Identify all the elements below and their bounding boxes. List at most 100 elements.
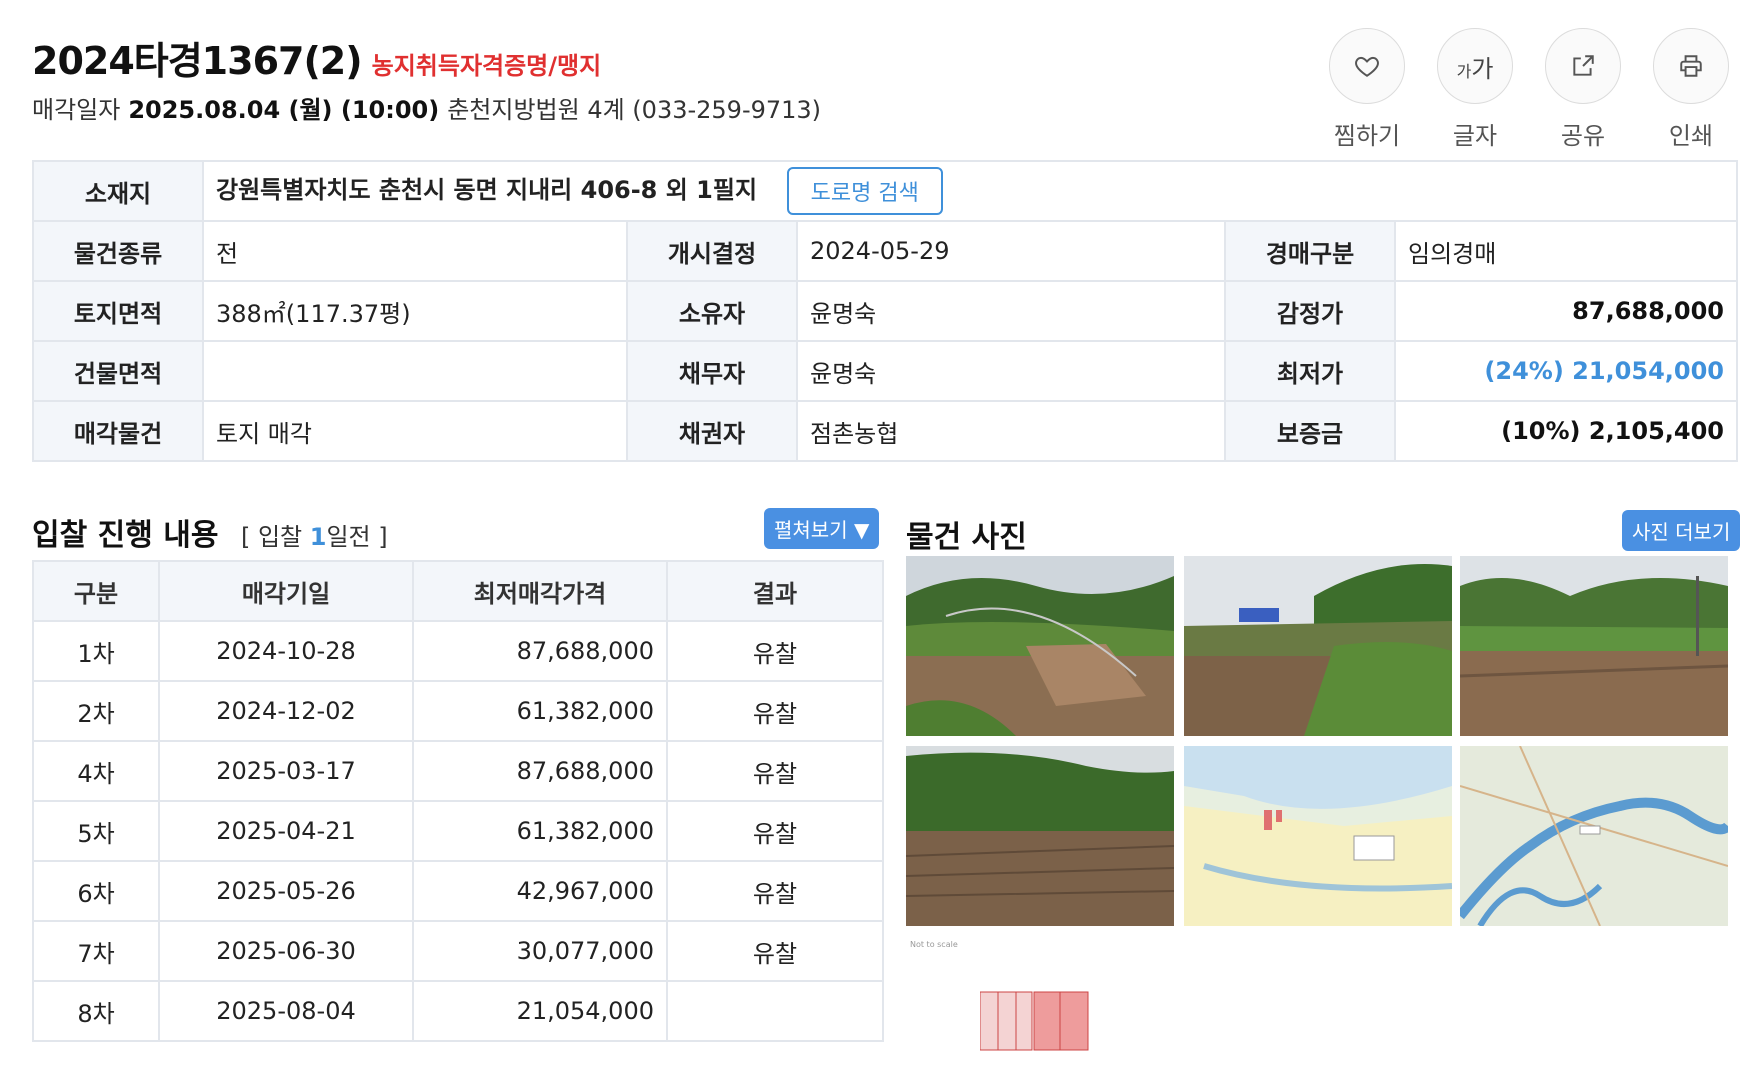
round-cell: 4차 [32, 740, 160, 802]
font-size-glyph-small: 가 [1456, 61, 1472, 81]
info-value: 전 [202, 220, 628, 282]
info-value: 윤명숙 [796, 340, 1226, 402]
bids-sub-close: 일전 ] [326, 523, 388, 551]
sale-label: 매각일자 [32, 96, 121, 124]
round-cell: 6차 [32, 860, 160, 922]
info-value [202, 340, 628, 402]
result-cell: 유찰 [666, 620, 884, 682]
info-value: 점촌농협 [796, 400, 1226, 462]
field-photo-3[interactable] [1460, 556, 1728, 736]
heart-icon[interactable] [1329, 28, 1405, 104]
result-cell: 유찰 [666, 740, 884, 802]
date-cell: 2025-03-17 [158, 740, 414, 802]
info-key: 소유자 [626, 280, 798, 342]
date-cell: 2024-12-02 [158, 680, 414, 742]
col-header: 구분 [32, 560, 160, 622]
location-cell: 강원특별자치도 춘천시 동면 지내리 406-8 외 1필지 도로명 검색 [202, 160, 1738, 222]
price-cell: 42,967,000 [412, 860, 668, 922]
sale-info: 매각일자 2025.08.04 (월) (10:00) 춘천지방법원 4계 (0… [32, 90, 821, 125]
price-cell: 61,382,000 [412, 800, 668, 862]
info-key: 매각물건 [32, 400, 204, 462]
info-key: 건물면적 [32, 340, 204, 402]
bids-section-title: 입찰 진행 내용 [ 입찰 1일전 ] [32, 510, 388, 554]
info-key: 보증금 [1224, 400, 1396, 462]
info-value: 임의경매 [1394, 220, 1738, 282]
expand-button[interactable]: 펼쳐보기 ▼ [764, 508, 880, 549]
location-label: 소재지 [32, 160, 204, 222]
info-key: 최저가 [1224, 340, 1396, 402]
font-size-label: 글자 [1452, 122, 1498, 150]
sale-datetime: 2025.08.04 (월) (10:00) [128, 96, 440, 124]
info-key: 개시결정 [626, 220, 798, 282]
font-size-icon[interactable]: 가가 [1437, 28, 1513, 104]
bids-header-row: 구분 매각기일 최저매각가격 결과 [32, 560, 884, 622]
info-row: 매각물건 토지 매각 채권자 점촌농협 보증금 (10%) 2,105,400 [32, 400, 1738, 462]
date-cell: 2025-06-30 [158, 920, 414, 982]
table-row: 7차 2025-06-30 30,077,000 유찰 [32, 920, 884, 982]
bids-sub-open: [ 입찰 [240, 523, 303, 551]
info-value: 388㎡(117.37평) [202, 280, 628, 342]
table-row: 5차 2025-04-21 61,382,000 유찰 [32, 800, 884, 862]
result-cell: 유찰 [666, 920, 884, 982]
photos-title: 물건 사진 [906, 520, 1027, 555]
lot-sketch[interactable] [979, 988, 1094, 1054]
info-key: 채무자 [626, 340, 798, 402]
print-label: 인쇄 [1668, 122, 1714, 150]
info-value: 윤명숙 [796, 280, 1226, 342]
info-key: 경매구분 [1224, 220, 1396, 282]
price-cell: 87,688,000 [412, 620, 668, 682]
result-cell: 유찰 [666, 800, 884, 862]
favorite-button[interactable]: 찜하기 [1328, 28, 1406, 151]
round-cell: 8차 [32, 980, 160, 1042]
col-header: 결과 [666, 560, 884, 622]
price-cell: 30,077,000 [412, 920, 668, 982]
price-cell: 87,688,000 [412, 740, 668, 802]
property-info-table: 소재지 강원특별자치도 춘천시 동면 지내리 406-8 외 1필지 도로명 검… [32, 160, 1738, 462]
cadastral-map[interactable] [1184, 746, 1452, 926]
field-photo-4[interactable] [906, 746, 1174, 926]
table-row: 6차 2025-05-26 42,967,000 유찰 [32, 860, 884, 922]
info-key: 물건종류 [32, 220, 204, 282]
bids-table: 구분 매각기일 최저매각가격 결과 1차 2024-10-28 87,688,0… [32, 560, 884, 1042]
print-icon[interactable] [1653, 28, 1729, 104]
font-size-glyph-large: 가 [1471, 54, 1494, 83]
field-photo-2[interactable] [1184, 556, 1452, 736]
map-caption: Not to scale [910, 940, 958, 949]
case-number: 2024타경1367(2) [32, 39, 363, 83]
field-photo-1[interactable] [906, 556, 1174, 736]
date-cell: 2025-08-04 [158, 980, 414, 1042]
table-row: 1차 2024-10-28 87,688,000 유찰 [32, 620, 884, 682]
deposit-value: (10%) 2,105,400 [1394, 400, 1738, 462]
round-cell: 1차 [32, 620, 160, 682]
result-cell: 유찰 [666, 680, 884, 742]
font-size-button[interactable]: 가가 글자 [1436, 28, 1514, 151]
share-button[interactable]: 공유 [1544, 28, 1622, 151]
location-value: 강원특별자치도 춘천시 동면 지내리 406-8 외 1필지 [216, 176, 758, 204]
bids-title: 입찰 진행 내용 [32, 518, 219, 553]
bids-days-left: 1 [309, 523, 327, 551]
info-row: 건물면적 채무자 윤명숙 최저가 (24%) 21,054,000 [32, 340, 1738, 402]
case-tag: 농지취득자격증명/맹지 [371, 52, 602, 80]
share-icon[interactable] [1545, 28, 1621, 104]
result-cell [666, 980, 884, 1042]
date-cell: 2025-04-21 [158, 800, 414, 862]
info-key: 채권자 [626, 400, 798, 462]
date-cell: 2025-05-26 [158, 860, 414, 922]
share-label: 공유 [1560, 122, 1606, 150]
region-map[interactable] [1460, 746, 1728, 926]
minimum-price-value: (24%) 21,054,000 [1394, 340, 1738, 402]
road-search-button[interactable]: 도로명 검색 [786, 167, 943, 215]
table-row: 8차 2025-08-04 21,054,000 [32, 980, 884, 1042]
more-photos-button[interactable]: 사진 더보기 [1622, 510, 1741, 551]
round-cell: 7차 [32, 920, 160, 982]
table-row: 2차 2024-12-02 61,382,000 유찰 [32, 680, 884, 742]
info-value: 토지 매각 [202, 400, 628, 462]
print-button[interactable]: 인쇄 [1652, 28, 1730, 151]
info-row-location: 소재지 강원특별자치도 춘천시 동면 지내리 406-8 외 1필지 도로명 검… [32, 160, 1738, 222]
col-header: 매각기일 [158, 560, 414, 622]
bids-subtitle: [ 입찰 1일전 ] [241, 523, 388, 551]
info-key: 감정가 [1224, 280, 1396, 342]
favorite-label: 찜하기 [1333, 122, 1401, 150]
price-cell: 61,382,000 [412, 680, 668, 742]
court-info: 춘천지방법원 4계 (033-259-9713) [447, 96, 822, 124]
